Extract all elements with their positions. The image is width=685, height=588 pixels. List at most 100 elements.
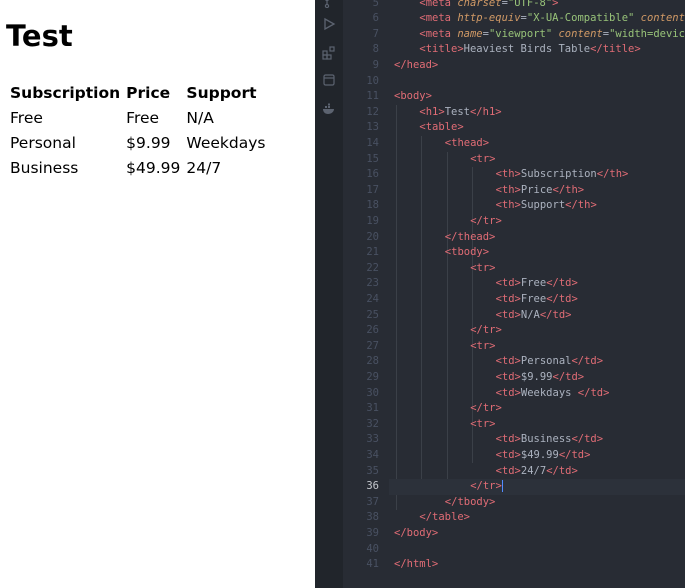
code-token: 24/7 (520, 464, 547, 477)
code-line[interactable]: </html> (389, 557, 438, 573)
code-line[interactable]: <th>Subscription</th> (389, 167, 629, 183)
line-number: 40 (366, 542, 379, 555)
code-token: Personal (520, 355, 572, 368)
code-line[interactable]: <tbody> (389, 245, 489, 261)
header-cell: Subscription (10, 83, 121, 102)
code-line[interactable]: <tr> (389, 152, 495, 168)
docker-icon[interactable] (321, 101, 337, 117)
code-line[interactable]: <td>Free</td> (389, 276, 578, 292)
code-token: Subscription (520, 168, 597, 181)
line-number: 31 (366, 402, 379, 415)
code-line[interactable]: <td>24/7</td> (389, 464, 578, 480)
line-number: 7 (372, 27, 379, 40)
code-token: <td> (495, 448, 521, 461)
line-number: 14 (366, 136, 379, 149)
code-line[interactable]: <meta http-equiv="X-UA-Compatible" conte… (389, 11, 685, 27)
line-number: 8 (372, 43, 379, 56)
code-token: "width=devic (609, 27, 685, 40)
code-line[interactable]: <tr> (389, 261, 495, 277)
code-line[interactable]: </thead> (389, 230, 496, 246)
code-line[interactable]: <meta name="viewport" content="width=dev… (389, 27, 685, 43)
code-token: <thead> (444, 136, 490, 149)
text-cursor (501, 480, 503, 493)
code-token: </tr> (470, 214, 502, 227)
run-debug-icon[interactable] (321, 16, 337, 32)
code-line[interactable]: </tr> (389, 401, 502, 417)
code-line[interactable]: <td>Business</td> (389, 432, 603, 448)
code-token: <table> (419, 121, 464, 134)
code-token: <th> (495, 199, 521, 212)
table-cell: 24/7 (186, 158, 222, 177)
code-token: <td> (495, 277, 521, 290)
code-line[interactable]: </tbody> (389, 495, 496, 511)
code-token: </h1> (469, 105, 502, 118)
code-line[interactable]: <td>Personal</td> (389, 354, 603, 370)
code-line[interactable]: </tr> (389, 479, 685, 495)
code-line[interactable]: </tr> (389, 214, 502, 230)
line-number: 23 (366, 277, 379, 290)
code-token: $9.99 (520, 370, 553, 383)
line-number: 5 (372, 0, 379, 9)
code-token: charset (451, 0, 502, 9)
code-token: </th> (596, 168, 629, 181)
code-line[interactable] (389, 542, 394, 558)
code-line[interactable]: </head> (389, 58, 438, 74)
code-line[interactable]: <body> (389, 89, 432, 105)
scm-icon[interactable] (321, 0, 337, 10)
code-line[interactable]: <table> (389, 120, 464, 136)
line-number: 9 (372, 58, 379, 71)
code-token: <h1> (419, 105, 445, 118)
code-token: N/A (520, 308, 540, 321)
line-number: 19 (366, 214, 379, 227)
table-cell: Free (10, 108, 43, 127)
code-token: <tbody> (444, 246, 490, 259)
code-line[interactable]: <tr> (389, 339, 495, 355)
table-cell: $49.99 (126, 158, 181, 177)
line-number: 36 (366, 480, 379, 493)
code-line[interactable]: <td>Free</td> (389, 292, 578, 308)
subscription-table: Subscription Price Support Free Free N/A… (6, 80, 269, 180)
code-token: </head> (394, 58, 439, 71)
code-token: <tr> (470, 152, 496, 165)
remote-explorer-icon[interactable] (321, 72, 337, 88)
code-line[interactable]: <td>$9.99</td> (389, 370, 585, 386)
code-token: </th> (565, 199, 597, 212)
code-line[interactable]: <th>Support</th> (389, 198, 597, 214)
code-line[interactable]: <tr> (389, 417, 495, 433)
code-line[interactable]: <meta charset="UTF-8"> (389, 0, 558, 11)
table-head: Subscription Price Support (8, 80, 267, 105)
code-token: </tr> (470, 402, 502, 415)
line-number: 11 (366, 90, 379, 103)
line-number: 13 (366, 121, 379, 134)
line-number: 25 (366, 308, 379, 321)
line-number: 26 (366, 324, 379, 337)
code-line[interactable]: <thead> (389, 136, 489, 152)
code-token: </table> (419, 511, 470, 524)
code-token: <body> (394, 90, 432, 103)
code-line[interactable]: <title>Heaviest Birds Table</title> (389, 42, 640, 58)
table-cell: Personal (10, 133, 76, 152)
code-line[interactable]: <td>$49.99</td> (389, 448, 591, 464)
code-token: <td> (495, 433, 521, 446)
table-cell: Free (126, 108, 160, 127)
code-editor[interactable]: 5 6 7 8 9 10 11 12 13 14 15 16 17 18 19 20 21 22 23 24 25 26 2… (315, 0, 685, 588)
code-line[interactable]: </table> (389, 510, 470, 526)
code-area[interactable]: <meta charset="UTF-8"> <meta http-equiv="… (389, 0, 685, 588)
code-line[interactable] (389, 74, 394, 90)
line-number: 20 (366, 230, 379, 243)
table-row: Free Free N/A (8, 105, 267, 130)
code-token: http-equiv (451, 12, 521, 25)
code-token: </td> (558, 448, 591, 461)
code-token: </td> (546, 277, 578, 290)
code-token: Free (520, 292, 547, 305)
extensions-icon[interactable] (321, 45, 337, 61)
code-line[interactable]: <th>Price</th> (389, 183, 585, 199)
code-token: </td> (546, 464, 578, 477)
code-line[interactable]: <td>Weekdays </td> (389, 386, 610, 402)
code-line[interactable]: </body> (389, 526, 438, 542)
code-line[interactable]: <td>N/A</td> (389, 308, 572, 324)
code-line[interactable]: <h1>Test</h1> (389, 105, 502, 121)
table-row: Business $49.99 24/7 (8, 155, 267, 180)
line-number: 27 (366, 339, 379, 352)
code-line[interactable]: </tr> (389, 323, 502, 339)
